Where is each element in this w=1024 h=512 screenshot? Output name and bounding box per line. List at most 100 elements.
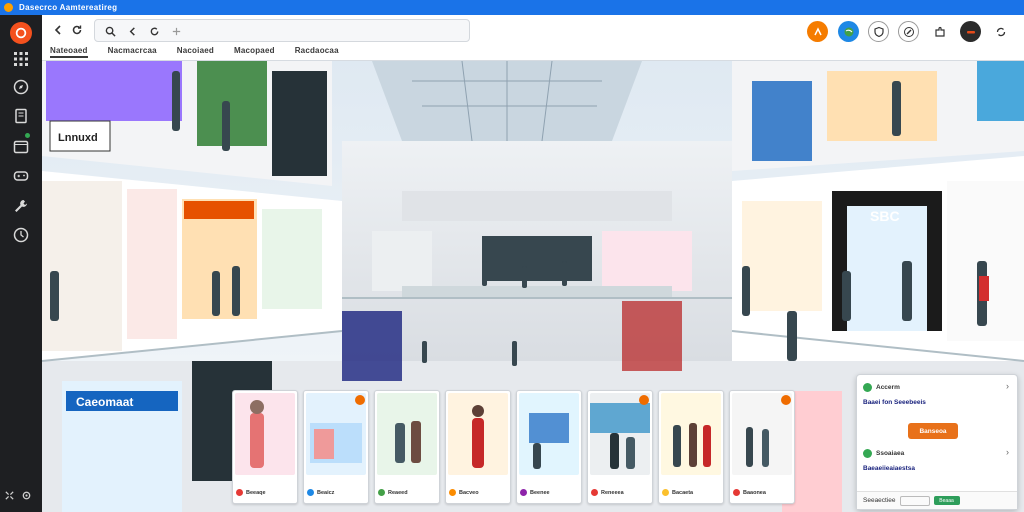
popup-row-1-title: Accerm xyxy=(876,384,900,391)
settings-icon[interactable] xyxy=(21,488,32,506)
product-thumbnail xyxy=(306,393,366,475)
tab-4[interactable]: Macopaed xyxy=(234,46,275,58)
product-label: Bacaeta xyxy=(672,489,694,496)
tab-3[interactable]: Nacoiaed xyxy=(177,46,214,58)
wrench-icon[interactable] xyxy=(9,194,33,218)
chevron-right-icon[interactable]: › xyxy=(1006,381,1009,391)
tab-1[interactable]: Nateoaed xyxy=(50,46,88,58)
app-icon xyxy=(4,3,13,12)
refresh-icon[interactable] xyxy=(69,22,85,38)
popup-footer-button[interactable]: Beaaa xyxy=(933,496,960,505)
back-icon[interactable] xyxy=(125,24,139,38)
product-caption: Bacveo xyxy=(449,489,479,496)
product-label: Baaonea xyxy=(743,489,766,496)
collapse-icon[interactable] xyxy=(4,488,15,506)
popup-row-1: Accerm xyxy=(863,383,900,392)
compass-icon[interactable] xyxy=(9,75,33,99)
product-label: Bacveo xyxy=(459,489,479,496)
clock-icon[interactable] xyxy=(9,223,33,247)
product-thumbnail xyxy=(519,393,579,475)
product-card[interactable]: Beeaqe xyxy=(232,390,298,504)
product-badge xyxy=(639,395,649,405)
notification-badge xyxy=(25,133,30,138)
product-caption: Reneeea xyxy=(591,489,624,496)
product-card[interactable]: Reneeea xyxy=(587,390,653,504)
title-bar: Dasecrco Aamtereatireg xyxy=(0,0,1024,15)
puzzle-icon[interactable] xyxy=(929,21,950,42)
grid-icon[interactable] xyxy=(9,47,33,71)
window-icon[interactable] xyxy=(9,135,33,159)
product-label: Beeaqe xyxy=(246,489,266,496)
popup-row-1-sub: Baaei fon Seeebeeis xyxy=(863,399,926,406)
product-card[interactable]: Bacaeta xyxy=(658,390,724,504)
globe-icon[interactable] xyxy=(838,21,859,42)
check-icon xyxy=(863,383,872,392)
brand-icon xyxy=(662,489,669,496)
browser-toolbar: Nateoaed Nacmacrcaa Nacoiaed Macopaed Ra… xyxy=(42,15,1024,61)
popup-row-1-subtitle: Baaei fon Seeebeeis xyxy=(863,399,926,406)
search-input[interactable] xyxy=(223,23,443,38)
gamepad-icon[interactable] xyxy=(9,164,33,188)
window-title: Dasecrco Aamtereatireg xyxy=(19,3,118,12)
product-thumbnail xyxy=(732,393,792,475)
store-sign-left-lower: Caeomaat xyxy=(76,395,133,409)
brand-icon xyxy=(591,489,598,496)
app-window: Dasecrco Aamtereatireg Nateoaed Nacmacrc… xyxy=(0,0,1024,512)
popup-row-2: Ssoaiaea xyxy=(863,449,904,458)
left-sidebar xyxy=(0,15,42,512)
product-thumbnail xyxy=(590,393,650,475)
tab-2[interactable]: Nacmacrcaa xyxy=(108,46,157,58)
brand-icon xyxy=(520,489,527,496)
search-icon[interactable] xyxy=(103,24,117,38)
popup-cta-button[interactable]: Banseoa xyxy=(908,423,958,439)
tab-5[interactable]: Racdaocaa xyxy=(295,46,339,58)
popup-footer-field[interactable] xyxy=(899,495,930,506)
product-label: Beenee xyxy=(530,489,550,496)
popup-row-2-sub: Baeaeiieaiaestsa xyxy=(863,465,915,472)
product-carousel: Beeaqe Beaicz Reaeed Bacveo Beenee Renee… xyxy=(232,390,795,504)
reload-icon[interactable] xyxy=(147,24,161,38)
popup-footer-text: Seeaectiee xyxy=(863,497,896,504)
brand-icon xyxy=(378,489,385,496)
brand-icon xyxy=(733,489,740,496)
product-caption: Beenee xyxy=(520,489,550,496)
plus-icon[interactable] xyxy=(169,24,183,38)
chevron-right-icon[interactable]: › xyxy=(1006,447,1009,457)
shield-icon[interactable] xyxy=(868,21,889,42)
product-caption: Baaonea xyxy=(733,489,766,496)
brand-icon xyxy=(307,489,314,496)
product-card[interactable]: Baaonea xyxy=(729,390,795,504)
product-badge xyxy=(355,395,365,405)
product-card[interactable]: Beaicz xyxy=(303,390,369,504)
product-label: Beaicz xyxy=(317,489,335,496)
back-arrow-icon[interactable] xyxy=(50,22,66,38)
profile-avatar[interactable] xyxy=(960,21,981,42)
product-label: Reneeea xyxy=(601,489,624,496)
product-thumbnail xyxy=(235,393,295,475)
brand-logo-icon[interactable] xyxy=(10,22,32,44)
popup-footer: Seeaectiee Beaaa xyxy=(857,491,1017,509)
check-icon xyxy=(863,449,872,458)
sync-icon[interactable] xyxy=(990,21,1011,42)
edit-icon[interactable] xyxy=(898,21,919,42)
product-thumbnail xyxy=(448,393,508,475)
product-card[interactable]: Bacveo xyxy=(445,390,511,504)
tab-strip: Nateoaed Nacmacrcaa Nacoiaed Macopaed Ra… xyxy=(50,46,339,58)
product-caption: Beaicz xyxy=(307,489,334,496)
product-card[interactable]: Beenee xyxy=(516,390,582,504)
address-bar[interactable] xyxy=(94,19,470,42)
popup-row-2-title: Ssoaiaea xyxy=(876,450,905,457)
store-sign-left-upper: Lnnuxd xyxy=(58,132,98,144)
product-label: Reaeed xyxy=(388,489,408,496)
product-badge xyxy=(781,395,791,405)
product-card[interactable]: Reaeed xyxy=(374,390,440,504)
product-thumbnail xyxy=(661,393,721,475)
product-caption: Reaeed xyxy=(378,489,408,496)
orange-extension-icon[interactable] xyxy=(807,21,828,42)
info-popup: Accerm › Baaei fon Seeebeeis Banseoa Sso… xyxy=(856,374,1018,510)
store-sign-right: SBC xyxy=(870,208,900,224)
document-icon[interactable] xyxy=(9,104,33,128)
brand-icon xyxy=(236,489,243,496)
product-caption: Beeaqe xyxy=(236,489,266,496)
rail-footer xyxy=(4,488,32,506)
